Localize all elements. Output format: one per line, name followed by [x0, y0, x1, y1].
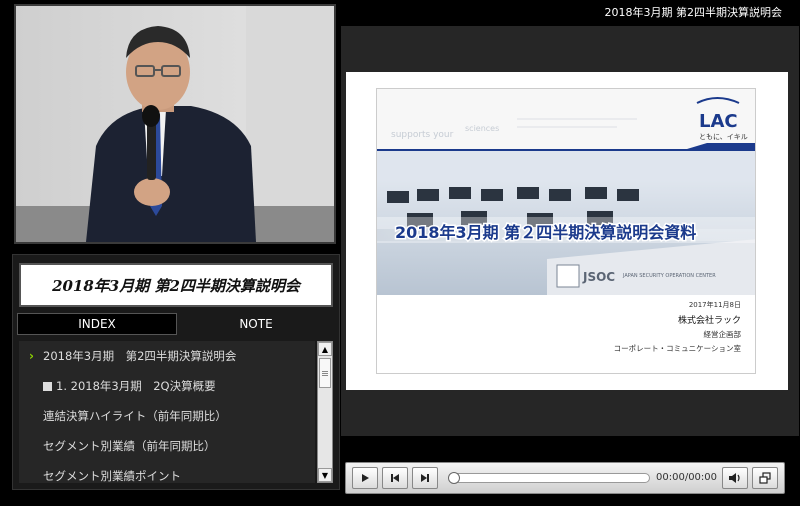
speaker-video[interactable] [14, 4, 336, 244]
lac-logo: LAC [699, 111, 738, 132]
triangle-down-icon: ▼ [321, 470, 329, 480]
slide-section: コーポレート・コミュニケーション室 [614, 343, 742, 353]
chevron-right-icon: › [29, 349, 34, 363]
slide-company: 株式会社ラック [678, 314, 741, 326]
tab-note[interactable]: NOTE [177, 313, 335, 335]
faint-text-right: sciences [465, 124, 499, 133]
seek-knob[interactable] [448, 472, 460, 484]
index-item-0[interactable]: › 2018年3月期 第2四半期決算説明会 [19, 341, 315, 371]
event-title-box: 2018年3月期 第2四半期決算説明会 [19, 263, 333, 307]
index-item-4[interactable]: セグメント別業績ポイント [19, 461, 315, 483]
window-mode-button[interactable] [752, 467, 778, 489]
header-title: 2018年3月期 第2四半期決算説明会 [604, 6, 783, 19]
seek-bar[interactable] [448, 472, 650, 484]
media-player-bar: 00:00/00:00 [345, 462, 785, 494]
scroll-thumb[interactable] [319, 358, 331, 388]
square-bullet-icon [43, 381, 52, 391]
slide-department: 経営企画部 [704, 329, 742, 339]
volume-button[interactable] [722, 467, 748, 489]
index-item-1[interactable]: 1. 2018年3月期 2Q決算概要 [19, 371, 315, 401]
logo-tagline: ともに、イキル [699, 133, 748, 141]
index-scrollbar[interactable]: ▲ ▼ [317, 341, 333, 483]
app-window: 2018年3月期 第2四半期決算説明会 INDEX NOTE › 2018年3月… [0, 0, 800, 506]
faint-text-left: supports your [391, 130, 454, 140]
window-restore-icon [759, 472, 771, 484]
index-panel: 2018年3月期 第2四半期決算説明会 INDEX NOTE › 2018年3月… [12, 254, 340, 490]
index-item-label: 1. 2018年3月期 2Q決算概要 [56, 379, 216, 393]
index-item-label: 連結決算ハイライト（前年同期比） [43, 409, 227, 423]
tab-note-label: NOTE [239, 317, 273, 331]
panel-tabs: INDEX NOTE [17, 313, 335, 335]
scroll-down-button[interactable]: ▼ [318, 468, 332, 482]
triangle-up-icon: ▲ [321, 344, 329, 354]
slide-banner-title: 2018年3月期 第２四半期決算説明会資料 [395, 223, 696, 242]
index-item-label: セグメント別業績（前年同期比） [43, 439, 216, 453]
slide-area: supports your sciences LAC ともに、イキル JSOC … [341, 26, 799, 436]
next-button[interactable] [412, 467, 438, 489]
slide-frame: supports your sciences LAC ともに、イキル JSOC … [346, 72, 788, 390]
index-item-label: セグメント別業績ポイント [43, 469, 181, 483]
index-item-label: 2018年3月期 第2四半期決算説明会 [43, 349, 237, 363]
index-list: › 2018年3月期 第2四半期決算説明会 1. 2018年3月期 2Q決算概要… [19, 341, 315, 483]
index-item-3[interactable]: セグメント別業績（前年同期比） [19, 431, 315, 461]
slide-content: supports your sciences LAC ともに、イキル JSOC … [376, 88, 756, 374]
index-item-2[interactable]: 連結決算ハイライト（前年同期比） [19, 401, 315, 431]
slide-date: 2017年11月8日 [689, 300, 741, 309]
skip-forward-icon [421, 474, 429, 482]
left-column: 2018年3月期 第2四半期決算説明会 INDEX NOTE › 2018年3月… [10, 0, 340, 506]
skip-back-icon [391, 474, 399, 482]
scroll-up-button[interactable]: ▲ [318, 342, 332, 356]
jsoc-sign: JSOC [582, 270, 615, 284]
tab-index-label: INDEX [78, 317, 116, 331]
speaker-icon [729, 473, 740, 483]
tab-index[interactable]: INDEX [17, 313, 177, 335]
jsoc-sign-sub: JAPAN SECURITY OPERATION CENTER [622, 273, 716, 279]
play-button[interactable] [352, 467, 378, 489]
time-display: 00:00/00:00 [656, 472, 718, 483]
event-title: 2018年3月期 第2四半期決算説明会 [52, 276, 300, 295]
play-icon [362, 474, 369, 482]
previous-button[interactable] [382, 467, 408, 489]
